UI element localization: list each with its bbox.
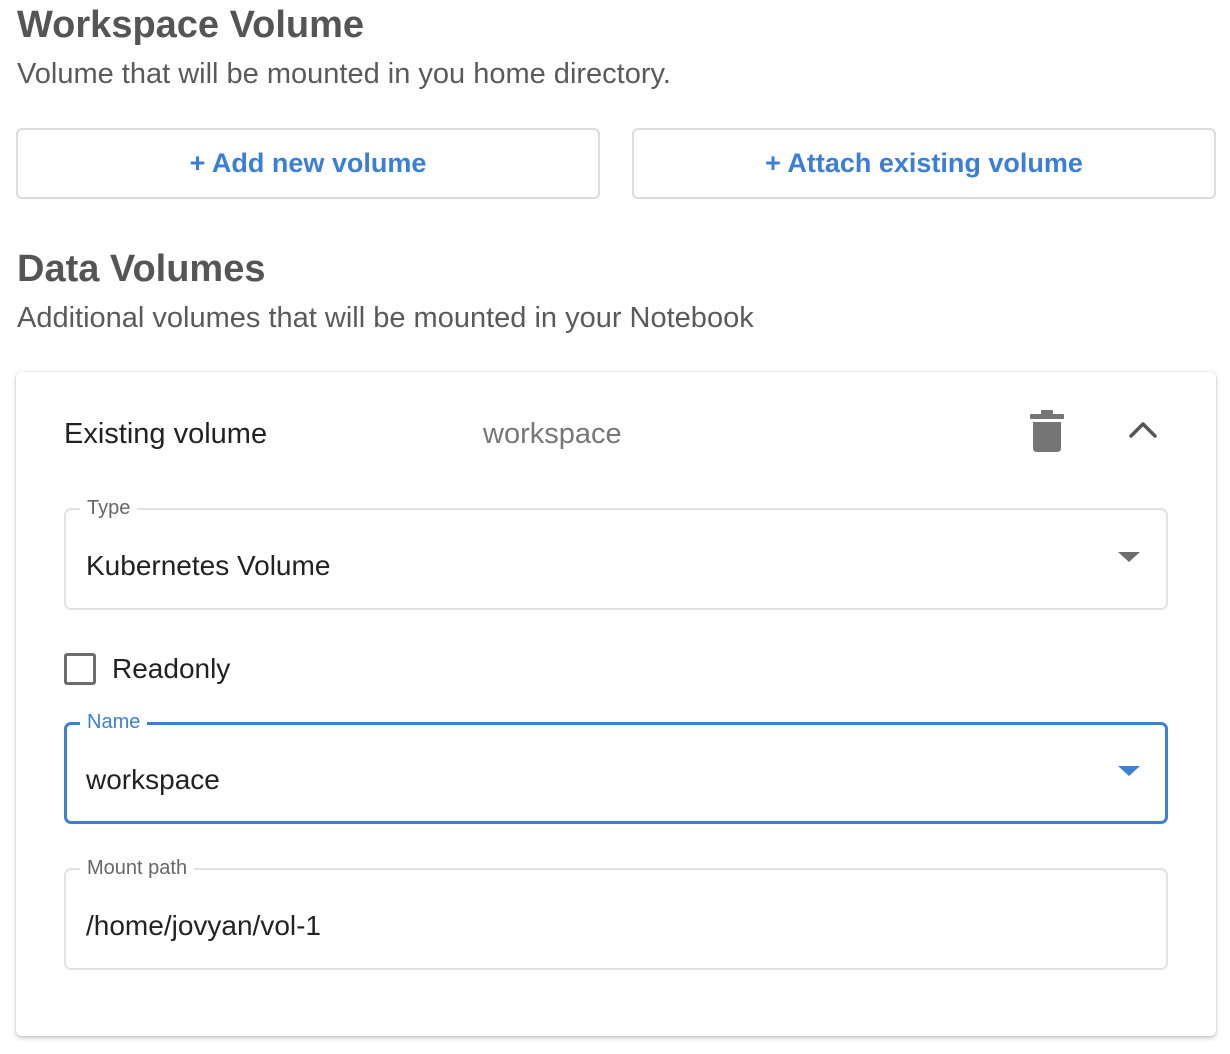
data-volumes-subtitle: Additional volumes that will be mounted …: [17, 302, 754, 334]
delete-icon[interactable]: [1030, 410, 1064, 452]
mount-path-value[interactable]: /home/jovyan/vol-1: [86, 910, 321, 942]
name-select-label: Name: [80, 710, 148, 734]
type-select-value: Kubernetes Volume: [86, 550, 331, 581]
mount-path-input[interactable]: Mount path /home/jovyan/vol-1: [64, 856, 1168, 970]
type-select[interactable]: Type Kubernetes Volume: [64, 496, 1168, 610]
volume-kind-label: Existing volume: [64, 418, 268, 450]
add-new-volume-button[interactable]: + Add new volume: [16, 128, 600, 199]
mount-path-label: Mount path: [80, 856, 195, 880]
readonly-label[interactable]: Readonly: [112, 653, 230, 685]
chevron-up-icon[interactable]: [1126, 416, 1160, 442]
dropdown-arrow-icon[interactable]: [1118, 552, 1140, 562]
workspace-volume-subtitle: Volume that will be mounted in you home …: [17, 58, 671, 90]
volume-name-summary: workspace: [483, 418, 622, 450]
data-volumes-title: Data Volumes: [17, 248, 266, 290]
type-select-label: Type: [80, 496, 138, 520]
name-select[interactable]: Name workspace: [64, 710, 1168, 824]
workspace-volume-title: Workspace Volume: [17, 4, 365, 46]
data-volume-card: Existing volume workspace Type Kubernete…: [16, 372, 1216, 1036]
attach-existing-volume-button[interactable]: + Attach existing volume: [632, 128, 1216, 199]
name-select-value: workspace: [86, 764, 220, 795]
dropdown-arrow-icon[interactable]: [1118, 766, 1140, 776]
notebook-volumes-form: Workspace Volume Volume that will be mou…: [0, 0, 1230, 1054]
readonly-checkbox[interactable]: [64, 653, 96, 685]
